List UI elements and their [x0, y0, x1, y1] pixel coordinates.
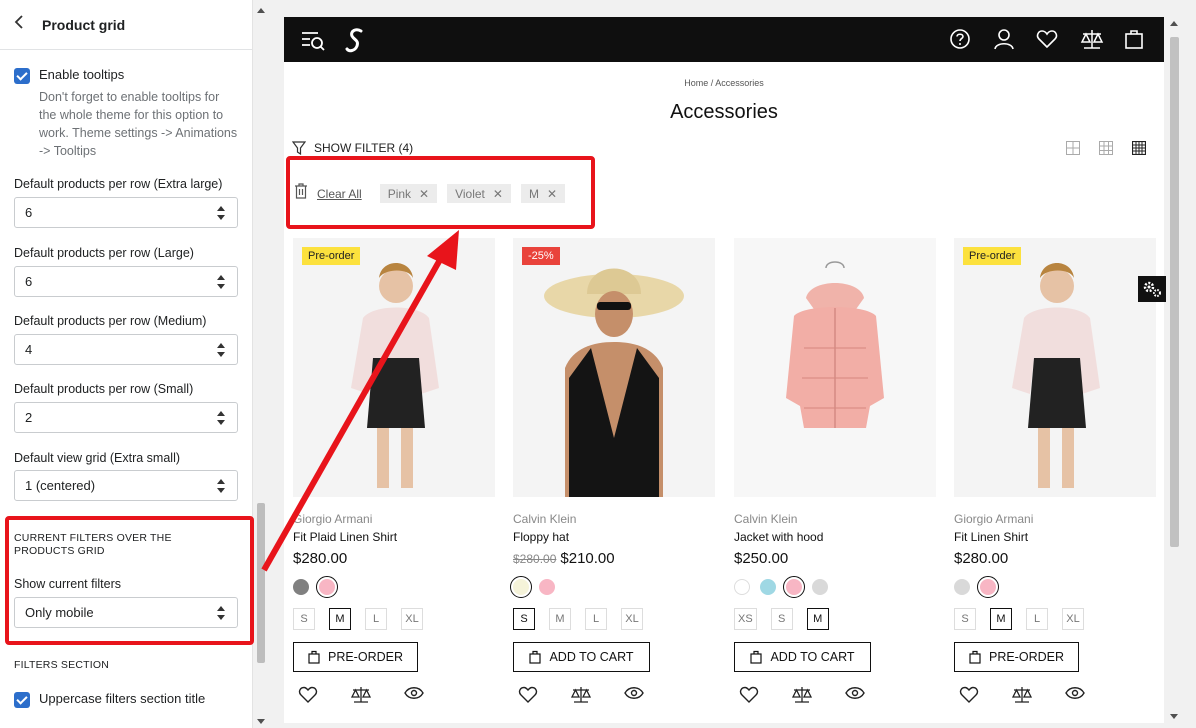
- annotation-arrow: [261, 230, 459, 572]
